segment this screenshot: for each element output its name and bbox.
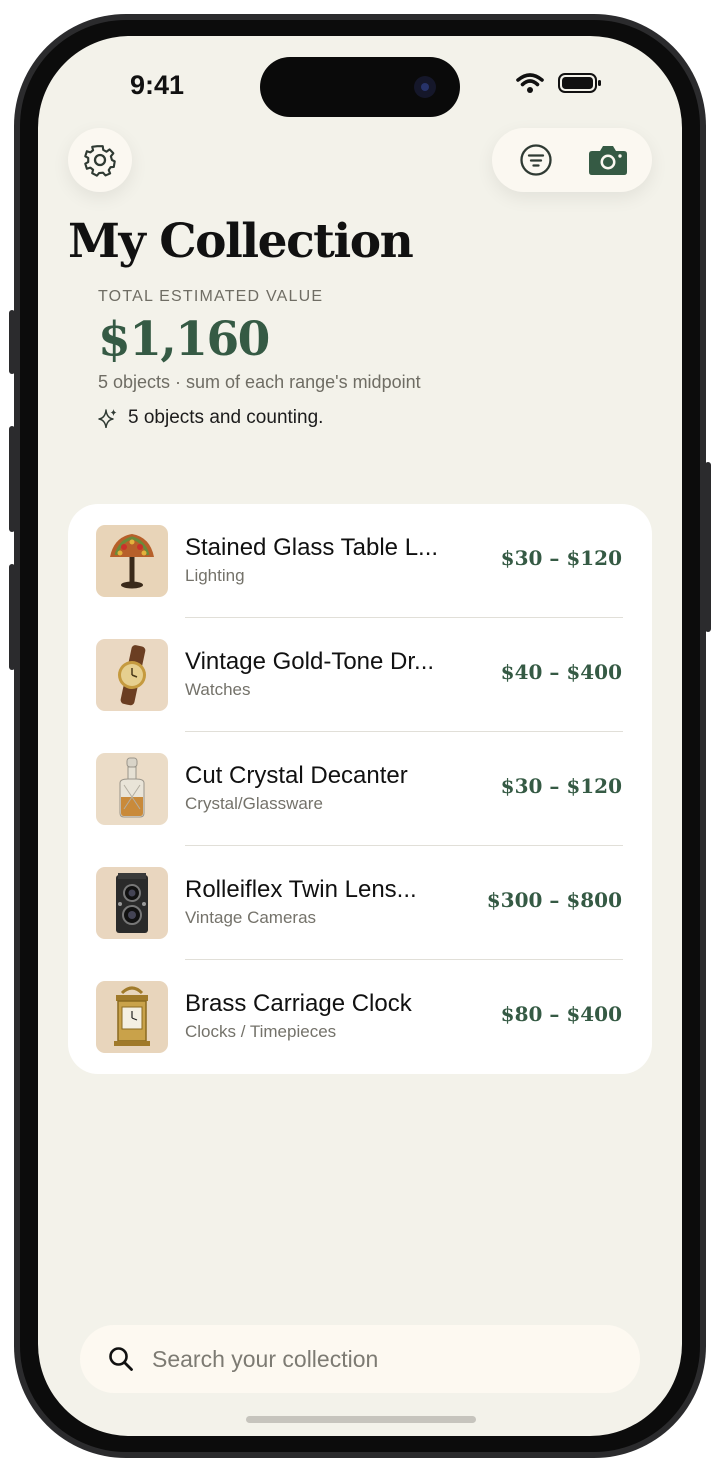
carriage-clock-icon bbox=[114, 986, 150, 1046]
power-button bbox=[705, 462, 711, 632]
item-thumbnail bbox=[96, 867, 168, 939]
item-price-range: $300 – $800 bbox=[486, 888, 622, 912]
search-icon bbox=[109, 1347, 133, 1371]
sparkle-icon bbox=[98, 409, 117, 428]
front-camera bbox=[414, 76, 436, 98]
value-summary: TOTAL ESTIMATED VALUE $1,160 5 objects ·… bbox=[98, 288, 421, 429]
search-bar[interactable] bbox=[80, 1325, 640, 1393]
gear-icon bbox=[84, 145, 116, 177]
item-category: Watches bbox=[185, 680, 251, 699]
item-title: Vintage Gold-Tone Dr... bbox=[185, 648, 435, 675]
item-price-range: $30 – $120 bbox=[500, 774, 622, 798]
item-price-range: $40 – $400 bbox=[500, 660, 622, 684]
item-category: Lighting bbox=[185, 566, 245, 585]
item-thumbnail bbox=[96, 639, 168, 711]
item-title: Rolleiflex Twin Lens... bbox=[185, 876, 417, 903]
item-title: Cut Crystal Decanter bbox=[185, 762, 408, 789]
item-thumbnail bbox=[96, 525, 168, 597]
total-value-explanation: 5 objects · sum of each range's midpoint bbox=[98, 372, 421, 392]
app-screen: 9:41 My Collection TOTAL ESTIMATED VALUE… bbox=[38, 36, 682, 1436]
search-input[interactable] bbox=[150, 1344, 594, 1374]
item-title: Brass Carriage Clock bbox=[185, 990, 412, 1017]
settings-button[interactable] bbox=[68, 128, 132, 192]
total-value-label: TOTAL ESTIMATED VALUE bbox=[98, 288, 324, 305]
dynamic-island bbox=[260, 57, 460, 117]
status-icons bbox=[516, 72, 602, 94]
wifi-icon bbox=[516, 73, 544, 93]
item-title: Stained Glass Table L... bbox=[185, 534, 439, 561]
page-title: My Collection bbox=[68, 214, 414, 269]
filter-button[interactable] bbox=[506, 132, 566, 188]
battery-icon bbox=[558, 73, 601, 93]
list-item[interactable]: Cut Crystal Decanter Crystal/Glassware $… bbox=[68, 732, 652, 846]
list-item[interactable]: Stained Glass Table L... Lighting $30 – … bbox=[68, 504, 652, 618]
table-lamp-icon bbox=[110, 534, 154, 589]
filter-icon bbox=[520, 144, 552, 176]
camera-icon bbox=[589, 146, 627, 175]
status-time: 9:41 bbox=[130, 70, 185, 100]
collection-note-text: 5 objects and counting. bbox=[128, 407, 324, 428]
twin-lens-camera-icon bbox=[116, 873, 148, 933]
action-button bbox=[9, 310, 15, 374]
list-item[interactable]: Brass Carriage Clock Clocks / Timepieces… bbox=[68, 960, 652, 1074]
item-thumbnail bbox=[96, 753, 168, 825]
total-value: $1,160 bbox=[98, 312, 270, 367]
action-toolbar bbox=[492, 128, 652, 192]
volume-down-button bbox=[9, 564, 15, 670]
item-category: Vintage Cameras bbox=[185, 908, 317, 927]
home-indicator[interactable] bbox=[246, 1416, 476, 1423]
collection-list: Stained Glass Table L... Lighting $30 – … bbox=[68, 504, 652, 1074]
item-price-range: $30 – $120 bbox=[500, 546, 622, 570]
item-category: Clocks / Timepieces bbox=[185, 1022, 337, 1041]
decanter-icon bbox=[119, 757, 145, 818]
camera-button[interactable] bbox=[578, 132, 638, 188]
list-item[interactable]: Rolleiflex Twin Lens... Vintage Cameras … bbox=[68, 846, 652, 960]
item-thumbnail bbox=[96, 981, 168, 1053]
volume-up-button bbox=[9, 426, 15, 532]
item-category: Crystal/Glassware bbox=[185, 794, 323, 813]
list-item[interactable]: Vintage Gold-Tone Dr... Watches $40 – $4… bbox=[68, 618, 652, 732]
item-price-range: $80 – $400 bbox=[500, 1002, 622, 1026]
collection-note: 5 objects and counting. bbox=[98, 407, 421, 429]
wristwatch-icon bbox=[118, 645, 146, 706]
